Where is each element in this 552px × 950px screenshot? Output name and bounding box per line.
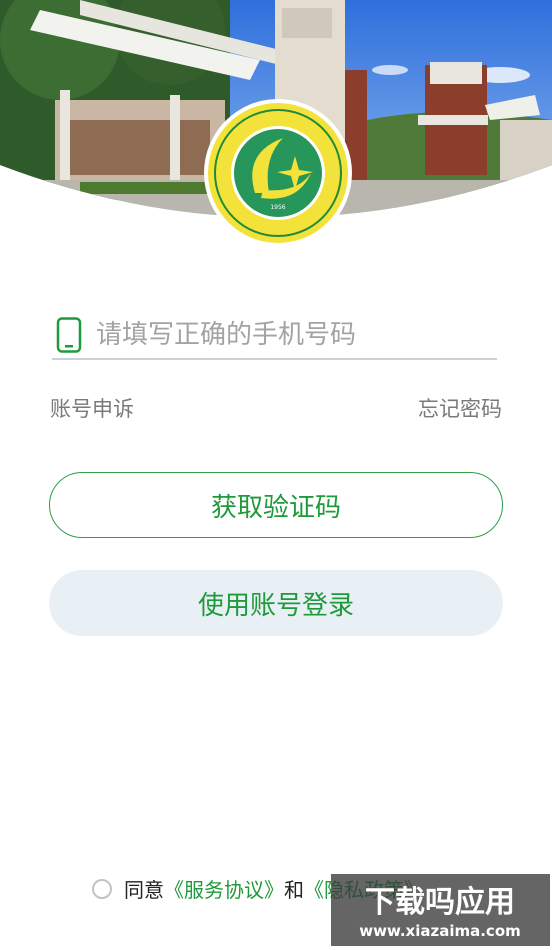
- logo-year: 1956: [270, 204, 285, 211]
- get-verification-code-button[interactable]: 获取验证码: [49, 472, 503, 538]
- service-agreement-link[interactable]: 《服务协议》: [164, 874, 284, 903]
- phone-number-input[interactable]: [96, 320, 486, 350]
- download-site-watermark: 下载吗应用 www.xiazaima.com: [331, 874, 550, 946]
- phone-icon: [56, 317, 82, 353]
- agreement-prefix: 同意: [124, 878, 164, 902]
- phone-field-row: [52, 312, 497, 360]
- agreement-and: 和: [284, 878, 304, 902]
- watermark-url: www.xiazaima.com: [359, 922, 521, 940]
- account-appeal-link[interactable]: 账号申诉: [50, 393, 134, 423]
- radio-unchecked-icon[interactable]: [92, 878, 112, 899]
- university-logo: 1956: [203, 98, 353, 248]
- forgot-password-link[interactable]: 忘记密码: [418, 393, 502, 423]
- watermark-title: 下载吗应用: [365, 885, 515, 920]
- account-login-button[interactable]: 使用账号登录: [49, 570, 503, 636]
